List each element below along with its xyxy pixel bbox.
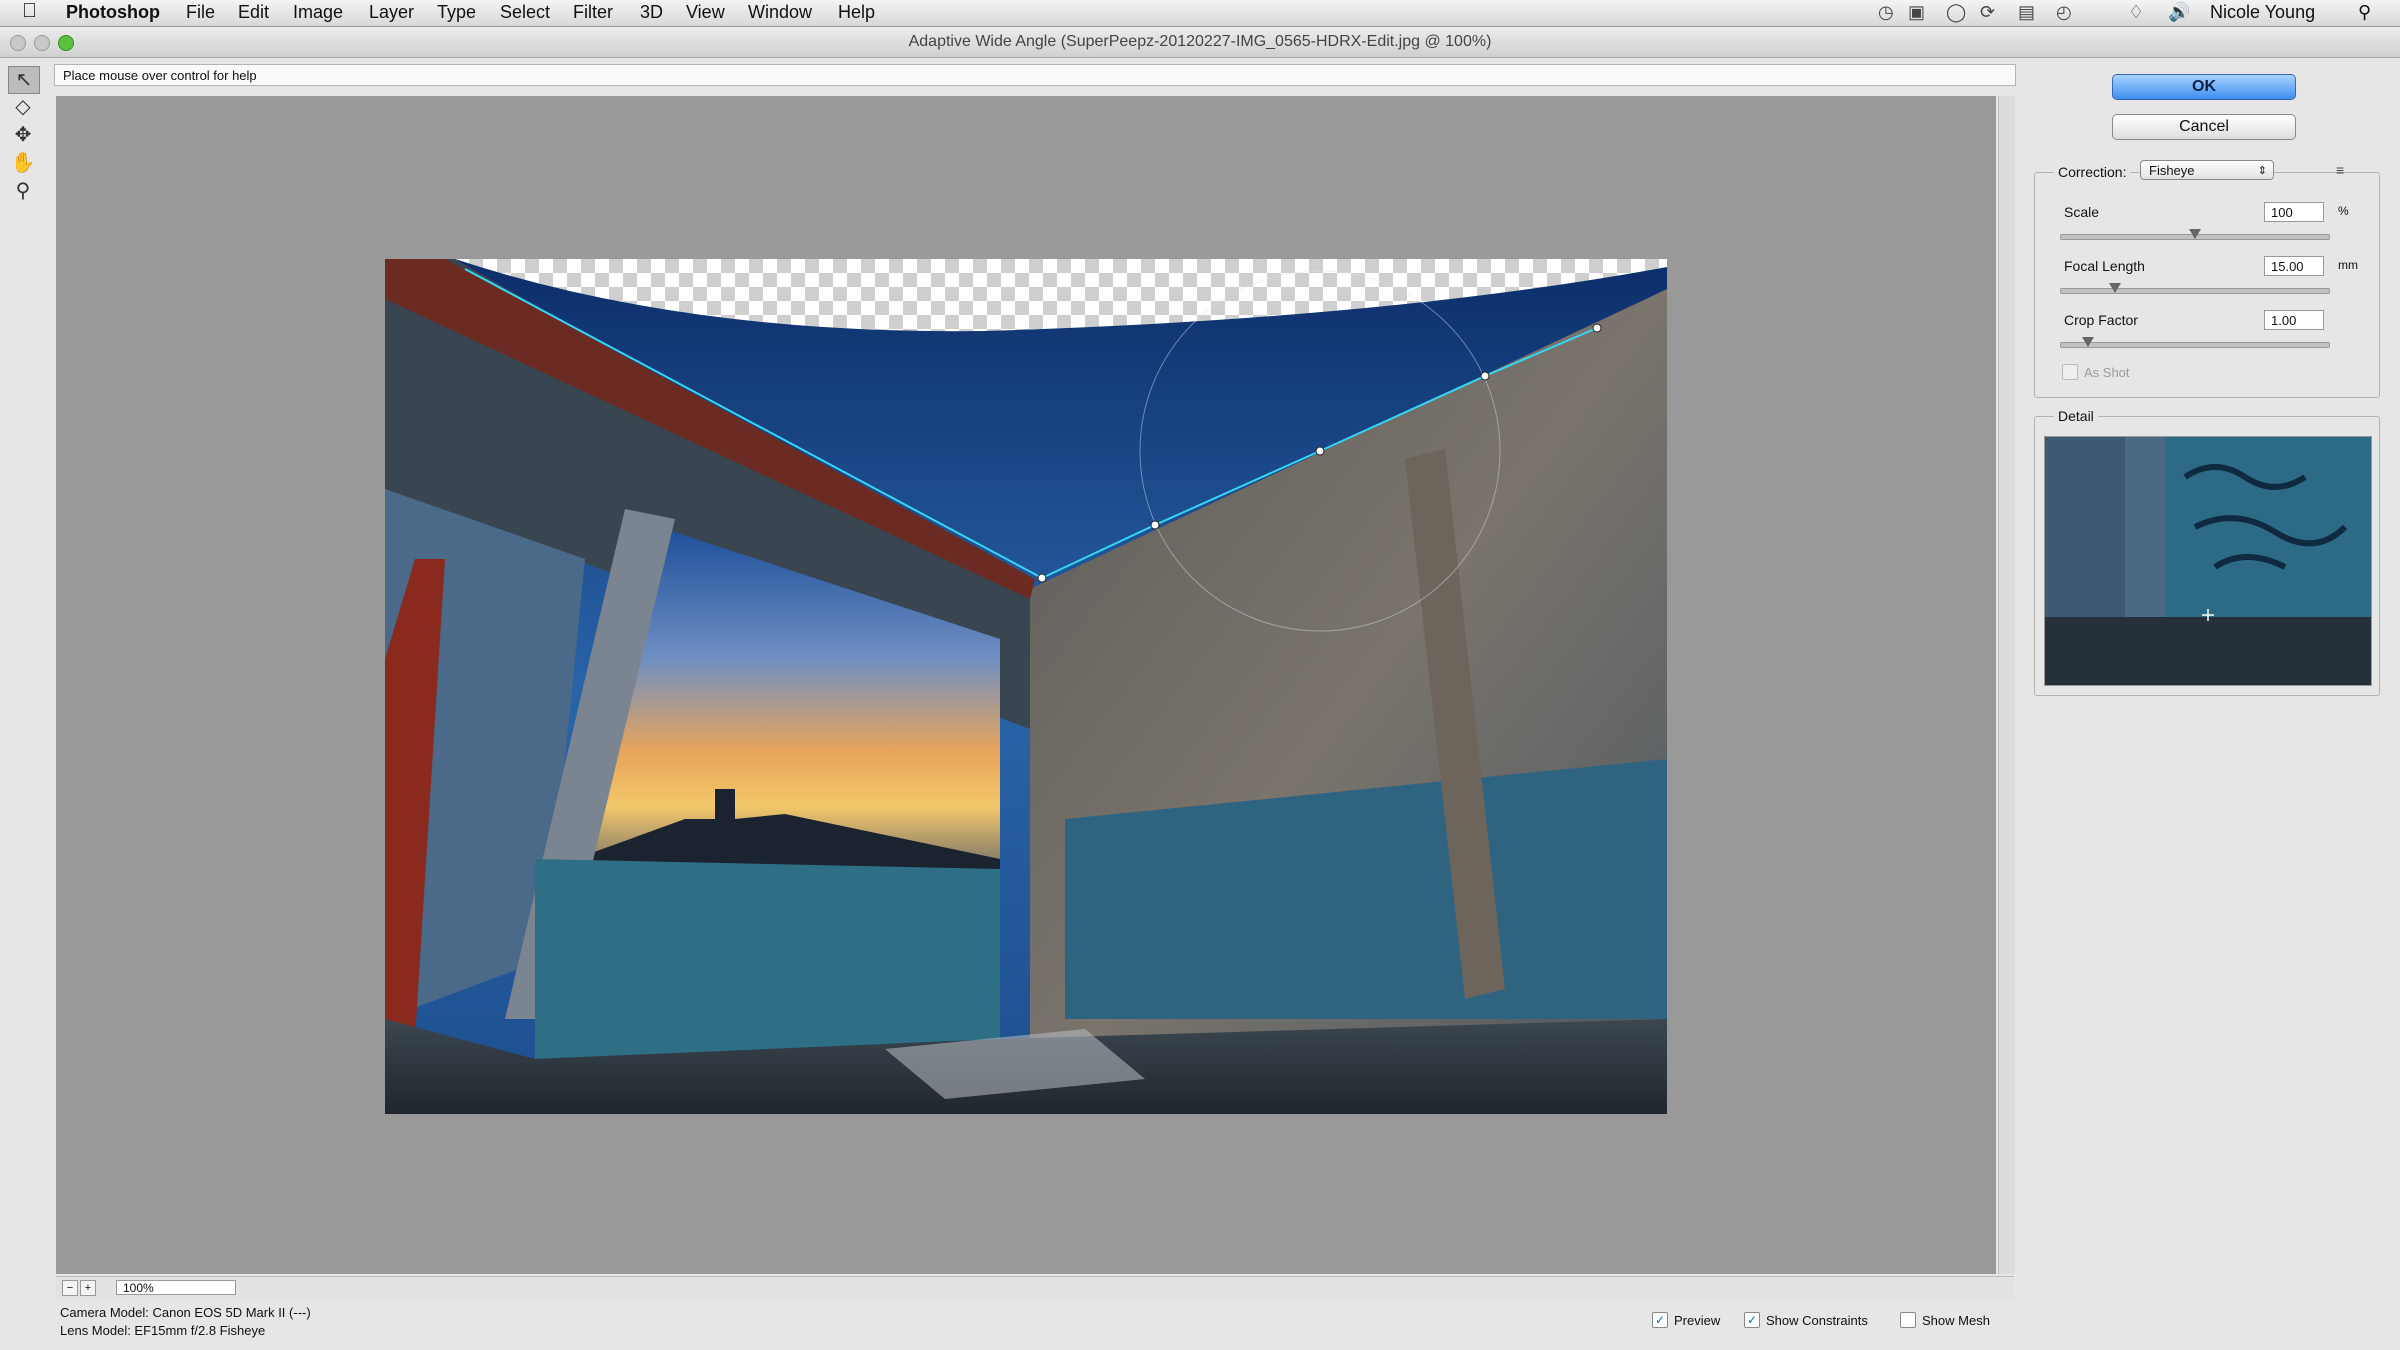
crop-factor-field[interactable]: 1.00: [2264, 310, 2324, 330]
dropdown-arrow-icon: ⇕: [2257, 165, 2267, 177]
apple-icon[interactable]: : [22, 0, 37, 23]
focal-length-field[interactable]: 15.00: [2264, 256, 2324, 276]
window-titlebar: Adaptive Wide Angle (SuperPeepz-20120227…: [0, 27, 2400, 58]
detail-label: Detail: [2054, 408, 2098, 424]
camera-info: Camera Model: Canon EOS 5D Mark II (---)…: [60, 1304, 311, 1340]
help-text: Place mouse over control for help: [54, 64, 2016, 86]
lens-model: Lens Model: EF15mm f/2.8 Fisheye: [60, 1323, 266, 1338]
wifi-icon[interactable]: ♢: [2128, 2, 2144, 23]
hand-tool-icon[interactable]: ✋: [8, 150, 38, 176]
tool-palette: ↖ ◇ ✥ ✋ ⚲: [6, 64, 46, 214]
as-shot-checkbox: As Shot: [2062, 364, 2130, 380]
panel-menu-icon[interactable]: ≡: [2336, 162, 2344, 178]
detail-illustration: [2045, 437, 2371, 685]
menu-help[interactable]: Help: [838, 2, 875, 23]
zoom-in-button[interactable]: +: [80, 1280, 96, 1296]
volume-icon[interactable]: 🔊: [2168, 2, 2190, 23]
vertical-scrollbar[interactable]: [1998, 96, 2015, 1274]
detail-preview: [2044, 436, 2372, 686]
timemachine-icon[interactable]: ◴: [2056, 2, 2072, 23]
zoom-tool-icon[interactable]: ⚲: [8, 178, 38, 204]
focal-length-slider[interactable]: [2060, 283, 2330, 294]
show-constraints-label: Show Constraints: [1766, 1312, 1868, 1328]
menu-view[interactable]: View: [686, 2, 725, 23]
preview-image[interactable]: [385, 259, 1667, 1114]
correction-label: Correction:: [2054, 164, 2131, 180]
scale-unit: %: [2338, 204, 2349, 218]
focal-length-label: Focal Length: [2064, 258, 2145, 274]
preview-checkbox[interactable]: ✓ Preview: [1652, 1312, 1720, 1328]
zoom-level-field[interactable]: 100%: [116, 1280, 236, 1295]
menu-type[interactable]: Type: [437, 2, 476, 23]
cancel-button[interactable]: Cancel: [2112, 114, 2296, 140]
scale-field[interactable]: 100: [2264, 202, 2324, 222]
show-constraints-check-icon[interactable]: ✓: [1744, 1312, 1760, 1328]
zoom-window-icon[interactable]: [58, 35, 74, 51]
preview-label: Preview: [1674, 1312, 1721, 1328]
menu-3d[interactable]: 3D: [640, 2, 663, 23]
zoom-out-button[interactable]: −: [62, 1280, 78, 1296]
correction-dropdown[interactable]: Fisheye ⇕: [2140, 160, 2274, 180]
preview-check-icon[interactable]: ✓: [1652, 1312, 1668, 1328]
spotlight-icon[interactable]: ⚲: [2358, 2, 2371, 23]
show-constraints-checkbox[interactable]: ✓ Show Constraints: [1744, 1312, 1868, 1328]
display-icon[interactable]: ▣: [1908, 2, 1925, 23]
scale-slider[interactable]: [2060, 229, 2330, 240]
crop-factor-slider[interactable]: [2060, 337, 2330, 348]
monitor-icon[interactable]: ▤: [2018, 2, 2035, 23]
minimize-window-icon[interactable]: [34, 35, 50, 51]
scale-slider-thumb[interactable]: [2189, 229, 2201, 239]
user-name[interactable]: Nicole Young: [2210, 2, 2315, 23]
crop-factor-slider-thumb[interactable]: [2081, 337, 2094, 347]
constraint-tool-icon[interactable]: ↖: [8, 66, 40, 94]
app-menu[interactable]: Photoshop: [66, 2, 160, 23]
scale-label: Scale: [2064, 204, 2100, 220]
focal-length-unit: mm: [2338, 258, 2358, 272]
as-shot-label: As Shot: [2084, 364, 2130, 380]
correction-dropdown-value: Fisheye: [2149, 163, 2195, 178]
window-title: Adaptive Wide Angle (SuperPeepz-20120227…: [908, 33, 1492, 50]
sync-icon[interactable]: ⟳: [1980, 2, 1995, 23]
focal-length-slider-thumb[interactable]: [2108, 283, 2121, 293]
zoom-bar: − + 100%: [56, 1276, 2014, 1299]
move-tool-icon[interactable]: ✥: [8, 122, 38, 148]
as-shot-check-icon: [2062, 364, 2078, 380]
menu-bar:  Photoshop File Edit Image Layer Type S…: [0, 0, 2400, 27]
show-mesh-check-icon[interactable]: [1900, 1312, 1916, 1328]
menu-layer[interactable]: Layer: [369, 2, 414, 23]
camera-model: Camera Model: Canon EOS 5D Mark II (---): [60, 1305, 311, 1320]
menu-select[interactable]: Select: [500, 2, 550, 23]
crop-factor-label: Crop Factor: [2064, 312, 2138, 328]
clock-icon[interactable]: ◷: [1878, 2, 1894, 23]
show-mesh-label: Show Mesh: [1922, 1312, 1990, 1328]
menu-edit[interactable]: Edit: [238, 2, 269, 23]
bubble-icon[interactable]: ◯: [1946, 2, 1966, 23]
menu-filter[interactable]: Filter: [573, 2, 613, 23]
menu-window[interactable]: Window: [748, 2, 812, 23]
menu-image[interactable]: Image: [293, 2, 343, 23]
show-mesh-checkbox[interactable]: Show Mesh: [1900, 1312, 1990, 1328]
polygon-constraint-tool-icon[interactable]: ◇: [8, 94, 38, 120]
photo-illustration: [385, 259, 1667, 1114]
close-window-icon[interactable]: [10, 35, 26, 51]
ok-button[interactable]: OK: [2112, 74, 2296, 100]
menu-file[interactable]: File: [186, 2, 215, 23]
